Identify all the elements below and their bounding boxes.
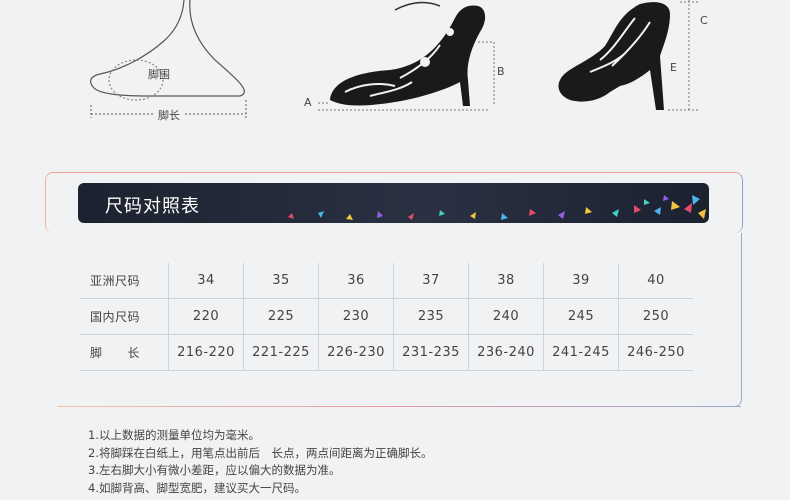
table-cell: 245 [543, 298, 619, 335]
note-item: 4.如脚背高、脚型宽肥，建议买大一尺码。 [88, 480, 306, 495]
table-cell: 241-245 [543, 334, 619, 371]
foot-illustration [90, 0, 247, 118]
table-cell: 39 [543, 263, 619, 299]
table-cell: 246-250 [618, 334, 693, 371]
note-item: 1.以上数据的测量单位均为毫米。 [88, 428, 260, 442]
table-cell: 225 [243, 298, 319, 335]
table-cell: 230 [318, 298, 394, 335]
row-label: 亚洲尺码 [80, 263, 169, 299]
table-cell: 37 [393, 263, 469, 299]
table-cell: 250 [618, 298, 693, 335]
table-cell: 221-225 [243, 334, 319, 371]
table-cell: 240 [468, 298, 544, 335]
dimension-b-label: B [497, 65, 505, 78]
pump-shoe-illustration [318, 1, 495, 111]
table-cell: 226-230 [318, 334, 394, 371]
row-label: 脚 长 [80, 334, 169, 371]
table-cell: 231-235 [393, 334, 469, 371]
table-cell: 38 [468, 263, 544, 299]
table-row: 国内尺码 220 225 230 235 240 245 250 [80, 298, 693, 335]
table-cell: 216-220 [168, 334, 244, 371]
size-chart-banner: 尺码对照表 [78, 183, 709, 223]
table-cell: 235 [393, 298, 469, 335]
dimension-c-label: C [700, 14, 708, 27]
table-row: 亚洲尺码 34 35 36 37 38 39 40 [80, 263, 693, 299]
table-cell: 220 [168, 298, 244, 335]
size-chart-title: 尺码对照表 [105, 196, 200, 217]
table-cell: 34 [168, 263, 244, 299]
table-row: 脚 长 216-220 221-225 226-230 231-235 236-… [80, 334, 693, 371]
section-divider [57, 406, 741, 407]
platform-shoe-illustration [558, 0, 700, 111]
size-table: 亚洲尺码 34 35 36 37 38 39 40 国内尺码 220 225 2… [80, 263, 693, 371]
table-cell: 236-240 [468, 334, 544, 371]
note-item: 2.将脚踩在白纸上，用笔点出前后 长点，两点间距离为正确脚长。 [88, 445, 433, 460]
dimension-a-label: A [304, 96, 312, 109]
dimension-e-label: E [670, 61, 677, 74]
note-item: 3.左右脚大小有微小差距，应以偏大的数据为准。 [88, 463, 341, 477]
table-cell: 40 [618, 263, 693, 299]
measurement-diagrams: 脚围 脚长 A B C E [0, 0, 790, 170]
foot-length-label: 脚长 [158, 109, 180, 122]
diagram-artwork [90, 0, 700, 118]
table-cell: 36 [318, 263, 394, 299]
notes-list: 1.以上数据的测量单位均为毫米。 2.将脚踩在白纸上，用笔点出前后 长点，两点间… [88, 427, 432, 497]
table-cell: 35 [243, 263, 319, 299]
row-label: 国内尺码 [80, 298, 169, 335]
foot-girth-label: 脚围 [148, 68, 170, 81]
